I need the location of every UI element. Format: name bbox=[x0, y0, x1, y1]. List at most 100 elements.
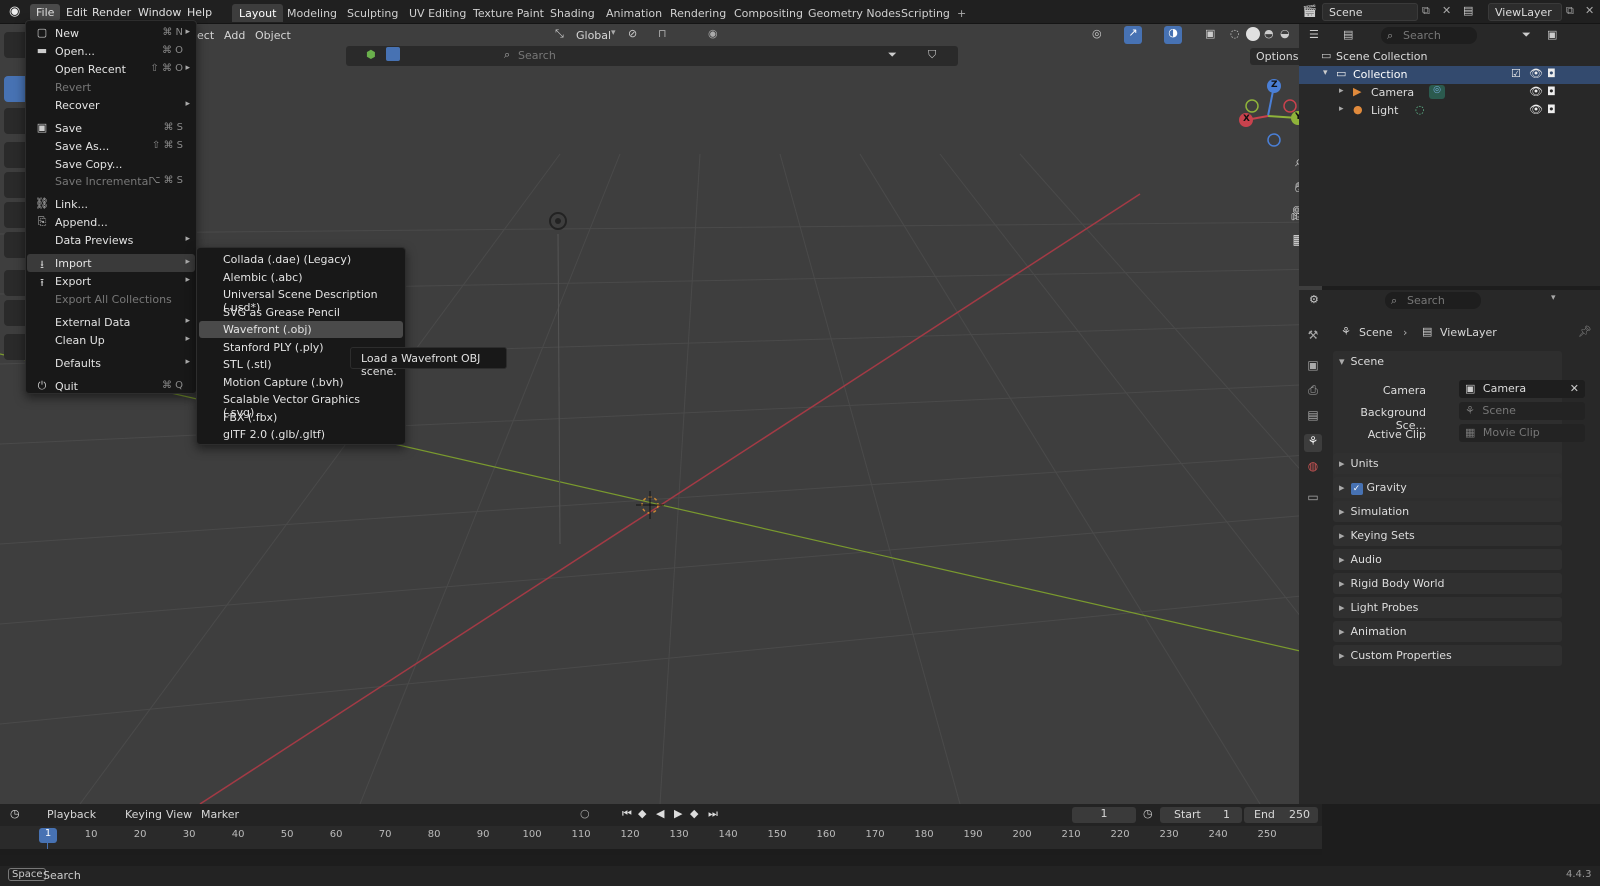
material-shading-icon[interactable]: ◓ bbox=[1264, 27, 1274, 40]
menu-help[interactable]: Help bbox=[181, 4, 218, 21]
menu-window[interactable]: Window bbox=[132, 4, 187, 21]
scene-selector[interactable]: Scene bbox=[1322, 3, 1418, 21]
chevron-down-icon[interactable]: ▾ bbox=[1323, 68, 1328, 78]
scene-panel-header[interactable]: Scene bbox=[1351, 355, 1385, 368]
menu-item-save[interactable]: ▣ Save ⌘ S bbox=[27, 119, 195, 137]
menu-file[interactable]: File bbox=[30, 4, 61, 21]
collection-properties-icon[interactable]: ▭ bbox=[1304, 490, 1322, 508]
tab-sculpting[interactable]: Sculpting bbox=[340, 4, 405, 22]
copy-icon[interactable]: ⧉ bbox=[1422, 4, 1430, 18]
pivot-icon[interactable]: ⊘ bbox=[628, 27, 637, 40]
checkbox-icon[interactable]: ✓ bbox=[1350, 483, 1363, 495]
import-collada[interactable]: Collada (.dae) (Legacy) bbox=[199, 251, 403, 268]
output-properties-icon[interactable]: ⎙ bbox=[1304, 383, 1322, 401]
panel-gravity[interactable]: ▸ ✓ Gravity bbox=[1333, 477, 1562, 498]
object-menu[interactable]: Object bbox=[250, 27, 296, 44]
menu-item-append[interactable]: ⎘ Append... bbox=[27, 213, 195, 231]
visibility-icon[interactable]: ◎ bbox=[1092, 27, 1102, 40]
menu-item-data-previews[interactable]: Data Previews ▸ bbox=[27, 231, 195, 249]
panel-simulation[interactable]: ▸ Simulation bbox=[1333, 501, 1562, 522]
tab-texture-paint[interactable]: Texture Paint bbox=[466, 4, 551, 22]
play-reverse-icon[interactable]: ◀ bbox=[656, 807, 664, 820]
scene-collection-row[interactable]: ▭ Scene Collection bbox=[1299, 48, 1600, 66]
menu-item-save-as[interactable]: Save As... ⇧ ⌘ S bbox=[27, 137, 195, 155]
panel-keying-sets[interactable]: ▸ Keying Sets bbox=[1333, 525, 1562, 546]
active-clip-field[interactable]: ▦ Movie Clip bbox=[1459, 424, 1585, 442]
clock-icon[interactable]: ◷ bbox=[10, 807, 20, 820]
copy-layer-icon[interactable]: ⧉ bbox=[1566, 4, 1574, 18]
close-icon[interactable]: ✕ bbox=[1570, 382, 1579, 395]
timeline-menu-view[interactable]: View bbox=[166, 808, 192, 821]
camera-toggle-icon[interactable]: ◘ bbox=[1547, 103, 1556, 116]
menu-item-import[interactable]: ⭳ Import ▸ bbox=[27, 254, 195, 272]
timeline-menu-keying[interactable]: Keying bbox=[125, 808, 162, 821]
timeline-menu-playback[interactable]: Playback bbox=[47, 808, 96, 821]
world-properties-icon[interactable]: ◍ bbox=[1304, 459, 1322, 477]
menu-item-save-copy[interactable]: Save Copy... bbox=[27, 155, 195, 173]
tab-animation[interactable]: Animation bbox=[599, 4, 669, 22]
import-fbx[interactable]: FBX (.fbx) bbox=[199, 409, 403, 426]
playhead-current-frame[interactable]: 1 bbox=[39, 828, 57, 843]
new-collection-icon[interactable]: ▣ bbox=[1547, 28, 1557, 41]
chevron-down-icon[interactable]: ▾ bbox=[1339, 355, 1345, 368]
orientation-dropdown[interactable]: Global bbox=[571, 27, 616, 44]
wireframe-shading-icon[interactable]: ◌ bbox=[1230, 27, 1240, 40]
tab-compositing[interactable]: Compositing bbox=[727, 4, 810, 22]
collection-row[interactable]: ▾ ▭ Collection ☑ 👁︎ ◘ bbox=[1299, 66, 1600, 84]
menu-item-export[interactable]: ⭱ Export ▸ bbox=[27, 272, 195, 290]
xray-icon[interactable]: ▣ bbox=[1205, 27, 1215, 40]
menu-item-new[interactable]: ▢ New ⌘ N ▸ bbox=[27, 24, 195, 42]
menu-item-defaults[interactable]: Defaults ▸ bbox=[27, 354, 195, 372]
options-button[interactable]: Options bbox=[1250, 48, 1305, 65]
camera-toggle-icon[interactable]: ◘ bbox=[1547, 85, 1556, 98]
camera-field[interactable]: ▣ Camera ✕ bbox=[1459, 380, 1585, 398]
filter-icon[interactable]: ⏷ bbox=[888, 48, 897, 62]
outliner-editor-icon[interactable]: ☰ bbox=[1309, 28, 1319, 41]
menu-render[interactable]: Render bbox=[86, 4, 137, 21]
checkbox-icon[interactable]: ☑ bbox=[1511, 67, 1521, 80]
tab-modeling[interactable]: Modeling bbox=[280, 4, 344, 22]
gizmo-toggle-icon[interactable]: ↗ bbox=[1124, 26, 1142, 44]
panel-units[interactable]: ▸ Units bbox=[1333, 453, 1562, 474]
current-frame-field[interactable]: 1 bbox=[1072, 807, 1136, 823]
tab-scripting[interactable]: Scripting bbox=[894, 4, 957, 22]
jump-keyframe-forward-icon[interactable]: ◆ bbox=[690, 807, 698, 820]
record-icon[interactable]: ○ bbox=[580, 807, 590, 820]
overlay-toggle-icon[interactable]: ◑ bbox=[1164, 26, 1182, 44]
menu-item-external-data[interactable]: External Data ▸ bbox=[27, 313, 195, 331]
camera-toggle-icon[interactable]: ◘ bbox=[1547, 67, 1556, 80]
timeline-area[interactable]: 10 20 30 40 50 60 70 80 90 100 110 120 130 140 150 160 1… bbox=[0, 826, 1322, 849]
filter-icon[interactable]: ⏷ bbox=[1522, 28, 1531, 42]
properties-editor-icon[interactable]: ⚙ bbox=[1309, 293, 1319, 306]
scene-properties-icon[interactable]: ⚘ bbox=[1304, 434, 1322, 452]
view-layer-properties-icon[interactable]: ▤ bbox=[1304, 408, 1322, 426]
add-workspace-button[interactable]: + bbox=[950, 4, 973, 22]
shield-icon[interactable]: ⛉ bbox=[928, 48, 936, 62]
import-wavefront-obj[interactable]: Wavefront (.obj) bbox=[199, 321, 403, 338]
tab-shading[interactable]: Shading bbox=[543, 4, 602, 22]
view-layer-selector[interactable]: ViewLayer bbox=[1488, 3, 1562, 21]
eye-icon[interactable]: 👁︎ bbox=[1529, 67, 1543, 80]
panel-animation[interactable]: ▸ Animation bbox=[1333, 621, 1562, 642]
outliner-item-light[interactable]: ▸ ● Light ◌ 👁︎ ◘ bbox=[1299, 102, 1600, 120]
jump-end-icon[interactable]: ⏭ bbox=[708, 807, 718, 821]
menu-item-quit[interactable]: ⏻ Quit ⌘ Q bbox=[27, 377, 195, 395]
menu-item-open[interactable]: ▬ Open... ⌘ O bbox=[27, 42, 195, 60]
end-frame-field[interactable]: End 250 bbox=[1244, 807, 1318, 823]
import-usd[interactable]: Universal Scene Description (.usd*) bbox=[199, 286, 403, 314]
panel-custom-properties[interactable]: ▸ Custom Properties bbox=[1333, 645, 1562, 666]
menu-item-recover[interactable]: Recover ▸ bbox=[27, 96, 195, 114]
eye-icon[interactable]: 👁︎ bbox=[1529, 103, 1543, 116]
timeline-scrollbar[interactable] bbox=[0, 849, 1322, 855]
tab-rendering[interactable]: Rendering bbox=[663, 4, 733, 22]
start-frame-field[interactable]: Start 1 bbox=[1160, 807, 1242, 823]
outliner-search-input[interactable]: Search bbox=[1403, 29, 1441, 42]
timer-icon[interactable]: ◷ bbox=[1143, 807, 1153, 820]
chevron-down-icon[interactable]: ▾ bbox=[1551, 293, 1556, 303]
pin-icon[interactable]: 📌︎ bbox=[1578, 325, 1592, 338]
outliner-search-box[interactable]: ⌕ Search bbox=[1381, 27, 1477, 44]
display-mode-icon[interactable]: ▤ bbox=[1343, 28, 1353, 41]
import-alembic[interactable]: Alembic (.abc) bbox=[199, 269, 403, 286]
chevron-right-icon[interactable]: ▸ bbox=[1339, 86, 1344, 96]
menu-item-link[interactable]: ⛓ Link... bbox=[27, 195, 195, 213]
